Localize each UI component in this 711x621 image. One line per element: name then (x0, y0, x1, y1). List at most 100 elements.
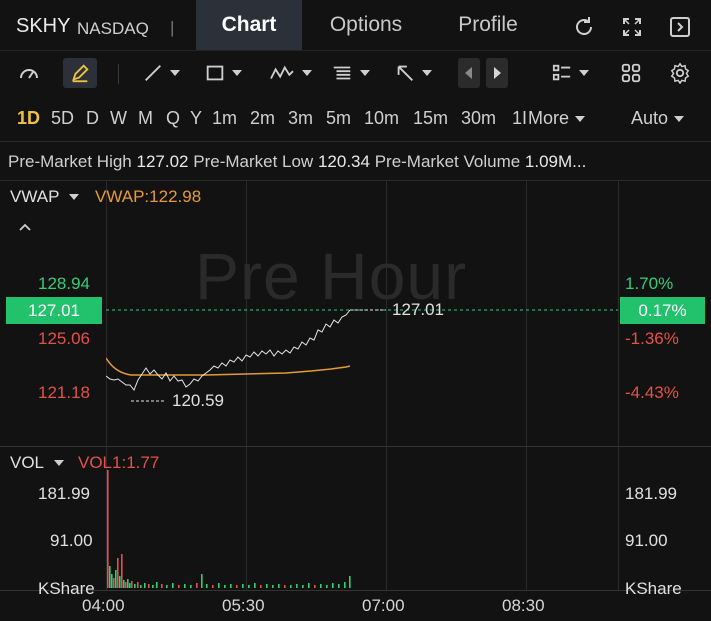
volume-bar (338, 584, 340, 588)
list-icon (552, 64, 571, 81)
more-timeframes-button[interactable]: More (528, 108, 586, 129)
time-axis-label: 05:30 (222, 596, 265, 615)
chevron-down-icon (422, 70, 432, 76)
volume-bar (349, 576, 351, 588)
volume-axis-label: 91.00 (50, 531, 93, 550)
vwap-indicator-name: VWAP (10, 187, 60, 206)
indicator-gauge-button[interactable] (14, 58, 44, 88)
premarket-summary: Pre-Market High 127.02 Pre-Market Low 12… (8, 152, 586, 172)
chevron-down-icon (170, 70, 180, 76)
volume-bar (284, 585, 286, 588)
settings-button[interactable] (665, 58, 695, 88)
time-axis-border (0, 590, 711, 591)
volume-bar (344, 582, 346, 588)
scale-mode-dropdown[interactable]: Auto (631, 108, 685, 129)
arrow-tool-button[interactable] (390, 58, 436, 88)
volume-indicator-name: VOL (10, 453, 45, 472)
layout-list-button[interactable] (546, 58, 594, 88)
timeframe-30m[interactable]: 30m (461, 108, 496, 129)
collapse-panel-icon[interactable] (668, 15, 692, 39)
premarket-volume-label: Pre-Market Volume (374, 152, 521, 171)
chevron-up-icon[interactable] (18, 222, 32, 232)
volume-bar (107, 470, 109, 588)
shape-tool-button[interactable] (200, 58, 246, 88)
premarket-high-label: Pre-Market High (8, 152, 132, 171)
timeframe-2m[interactable]: 2m (250, 108, 275, 129)
volume-bar (140, 585, 142, 588)
volume-bar (296, 584, 298, 588)
volume-bar (156, 582, 158, 588)
volume-bar (230, 584, 232, 588)
multi-chart-button[interactable] (616, 58, 646, 88)
timeframe-w[interactable]: W (110, 108, 127, 129)
volume-bar (111, 574, 113, 588)
timeframe-10m[interactable]: 10m (364, 108, 399, 129)
volume-axis-label: 181.99 (38, 484, 90, 503)
timeframe-m[interactable]: M (138, 108, 153, 129)
ticker-symbol[interactable]: SKHY (16, 15, 70, 38)
volume-indicator-selector[interactable]: VOL (10, 453, 65, 473)
exchange-name: NASDAQ (77, 19, 149, 38)
fibonacci-tool-button[interactable] (327, 58, 373, 88)
timeframe-1m[interactable]: 1m (212, 108, 237, 129)
volume-bar (236, 585, 238, 588)
panel-divider (0, 446, 106, 447)
timeframe-5m[interactable]: 5m (326, 108, 351, 129)
time-axis-label: 04:00 (82, 596, 125, 615)
refresh-icon[interactable] (572, 15, 596, 39)
volume-bar (115, 570, 117, 588)
premarket-volume-value: 1.09M... (524, 152, 587, 171)
volume-bar (272, 585, 274, 588)
timeframe-1i[interactable]: 1I (512, 108, 527, 129)
volume-bar (302, 585, 304, 588)
volume-bar (184, 584, 186, 588)
volume-bar (172, 583, 174, 588)
volume-bar (332, 583, 334, 588)
right-axis-border (618, 180, 619, 590)
scroll-right-button[interactable] (486, 58, 508, 88)
vwap-indicator-selector[interactable]: VWAP (10, 187, 80, 207)
chevron-down-icon (232, 70, 242, 76)
timeframe-y[interactable]: Y (190, 108, 202, 129)
premarket-high-value: 127.02 (136, 152, 189, 171)
grid-icon (621, 63, 641, 83)
tab-profile[interactable]: Profile (436, 0, 540, 50)
tab-chart[interactable]: Chart (196, 0, 302, 50)
left-axis-label: 128.94 (38, 274, 90, 293)
trend-line-icon (145, 65, 161, 81)
volume-bar (190, 585, 192, 588)
timeframe-15m[interactable]: 15m (413, 108, 448, 129)
gauge-icon (20, 69, 38, 79)
volume-bar (242, 584, 244, 588)
volume-axis-label: 91.00 (625, 531, 668, 550)
volume-bar (166, 585, 168, 588)
volume-chart[interactable] (106, 462, 618, 590)
fibonacci-icon (333, 66, 351, 80)
volume-bar (308, 583, 310, 588)
scroll-left-button[interactable] (458, 58, 480, 88)
volume-bar (161, 584, 163, 588)
high-marker-label: 127.01 (392, 300, 444, 319)
right-axis-label: -4.43% (625, 383, 679, 402)
timeframe-d[interactable]: D (86, 108, 99, 129)
timeframe-1d[interactable]: 1D (17, 108, 40, 129)
line-tool-button[interactable] (138, 58, 184, 88)
pattern-tool-button[interactable] (262, 58, 318, 88)
left-axis-label: 125.06 (38, 329, 90, 348)
timeframe-5d[interactable]: 5D (51, 108, 74, 129)
volume-bar (121, 554, 123, 588)
price-line (106, 309, 351, 391)
chevron-down-icon (579, 70, 589, 76)
tab-options[interactable]: Options (310, 0, 422, 50)
fullscreen-icon[interactable] (620, 15, 644, 39)
volume-bar (125, 582, 127, 588)
volume-bar (218, 583, 220, 588)
time-axis-label: 08:30 (502, 596, 545, 615)
volume-bar (178, 585, 180, 588)
timeframe-3m[interactable]: 3m (288, 108, 313, 129)
volume-bar (109, 566, 111, 588)
premarket-low-value: 120.34 (317, 152, 370, 171)
draw-mode-button[interactable] (63, 58, 97, 88)
arrow-icon (397, 65, 413, 81)
timeframe-q[interactable]: Q (166, 108, 180, 129)
